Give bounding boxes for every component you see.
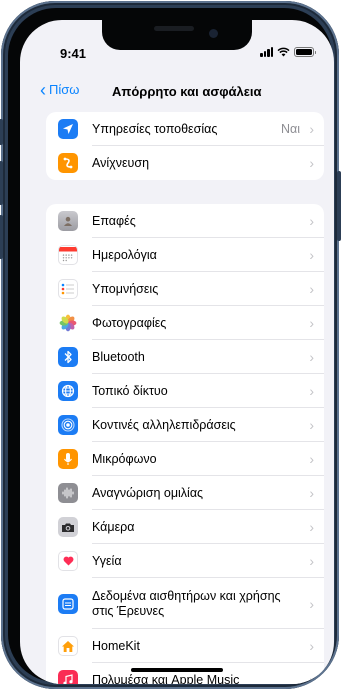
microphone-icon bbox=[58, 449, 78, 469]
heart-icon bbox=[58, 551, 78, 571]
row-nearby-interactions[interactable]: Κοντινές αλληλεπιδράσεις › bbox=[46, 408, 324, 442]
home-indicator[interactable] bbox=[131, 668, 223, 672]
front-camera bbox=[209, 29, 218, 38]
chevron-right-icon: › bbox=[309, 485, 314, 501]
chevron-right-icon: › bbox=[309, 519, 314, 535]
camera-icon bbox=[58, 517, 78, 537]
chevron-right-icon: › bbox=[309, 595, 314, 612]
row-label: Φωτογραφίες bbox=[92, 315, 167, 330]
settings-group-location: Υπηρεσίες τοποθεσίας Ναι › Ανίχνευση › bbox=[46, 112, 324, 180]
speaker bbox=[154, 26, 194, 31]
chevron-right-icon: › bbox=[309, 638, 314, 654]
row-speech-recognition[interactable]: Αναγνώριση ομιλίας › bbox=[46, 476, 324, 510]
calendar-icon bbox=[58, 245, 78, 265]
row-contacts[interactable]: Επαφές › bbox=[46, 204, 324, 238]
chevron-right-icon: › bbox=[309, 672, 314, 684]
chevron-left-icon: ‹ bbox=[40, 79, 46, 100]
row-camera[interactable]: Κάμερα › bbox=[46, 510, 324, 544]
row-bluetooth[interactable]: Bluetooth › bbox=[46, 340, 324, 374]
iphone-frame: 9:41 ‹ Πίσω Απόρρητο και ασφάλεια Υπηρεσ… bbox=[0, 1, 341, 689]
notch bbox=[102, 20, 252, 50]
home-icon bbox=[58, 636, 78, 656]
research-icon bbox=[58, 593, 78, 614]
photos-icon bbox=[58, 313, 78, 333]
chevron-right-icon: › bbox=[309, 417, 314, 433]
chevron-right-icon: › bbox=[309, 451, 314, 467]
row-label: Υπομνήσεις bbox=[92, 281, 159, 296]
row-label: HomeKit bbox=[92, 638, 140, 653]
row-value: Ναι bbox=[280, 122, 300, 136]
row-label: Μικρόφωνο bbox=[92, 451, 157, 466]
row-health[interactable]: Υγεία › bbox=[46, 544, 324, 578]
chevron-right-icon: › bbox=[309, 121, 314, 137]
battery-icon bbox=[294, 47, 316, 57]
row-label: Κάμερα bbox=[92, 519, 135, 534]
row-label: Υγεία bbox=[92, 553, 122, 568]
cellular-signal-icon bbox=[260, 47, 273, 57]
reminders-icon bbox=[58, 279, 78, 299]
chevron-right-icon: › bbox=[309, 213, 314, 229]
tracking-icon bbox=[58, 153, 78, 173]
row-label: Τοπικό δίκτυο bbox=[92, 383, 168, 398]
row-label: Ανίχνευση bbox=[92, 155, 150, 170]
contacts-icon bbox=[58, 211, 78, 231]
row-research-sensor-data[interactable]: Δεδομένα αισθητήρων και χρήσης στις Έρευ… bbox=[46, 578, 324, 629]
settings-group-permissions: Επαφές › Ημερολόγια › Υπομνήσεις › Φωτογ… bbox=[46, 204, 324, 684]
status-icons bbox=[260, 47, 316, 57]
chevron-right-icon: › bbox=[309, 247, 314, 263]
chevron-right-icon: › bbox=[309, 553, 314, 569]
row-label: Κοντινές αλληλεπιδράσεις bbox=[92, 417, 236, 432]
chevron-right-icon: › bbox=[309, 281, 314, 297]
row-location-services[interactable]: Υπηρεσίες τοποθεσίας Ναι › bbox=[46, 112, 324, 146]
wifi-icon bbox=[277, 47, 290, 57]
row-photos[interactable]: Φωτογραφίες › bbox=[46, 306, 324, 340]
row-reminders[interactable]: Υπομνήσεις › bbox=[46, 272, 324, 306]
screen: 9:41 ‹ Πίσω Απόρρητο και ασφάλεια Υπηρεσ… bbox=[20, 20, 334, 684]
row-label: Δεδομένα αισθητήρων και χρήσης στις Έρευ… bbox=[92, 588, 281, 618]
chevron-right-icon: › bbox=[309, 383, 314, 399]
row-label: Επαφές bbox=[92, 213, 136, 228]
back-label: Πίσω bbox=[49, 82, 80, 97]
row-calendars[interactable]: Ημερολόγια › bbox=[46, 238, 324, 272]
row-label: Bluetooth bbox=[92, 349, 145, 364]
chevron-right-icon: › bbox=[309, 315, 314, 331]
row-tracking[interactable]: Ανίχνευση › bbox=[46, 146, 324, 180]
side-button bbox=[337, 171, 341, 241]
chevron-right-icon: › bbox=[309, 155, 314, 171]
volume-up-button bbox=[0, 161, 3, 205]
nearby-icon bbox=[58, 415, 78, 435]
waveform-icon bbox=[58, 483, 78, 503]
row-local-network[interactable]: Τοπικό δίκτυο › bbox=[46, 374, 324, 408]
globe-icon bbox=[58, 381, 78, 401]
screen-bezel: 9:41 ‹ Πίσω Απόρρητο και ασφάλεια Υπηρεσ… bbox=[8, 8, 334, 684]
row-label: Αναγνώριση ομιλίας bbox=[92, 485, 204, 500]
row-media-apple-music[interactable]: Πολυμέσα και Apple Music › bbox=[46, 663, 324, 684]
row-label: Πολυμέσα και Apple Music bbox=[92, 672, 240, 685]
row-label: Υπηρεσίες τοποθεσίας bbox=[92, 121, 218, 136]
chevron-right-icon: › bbox=[309, 349, 314, 365]
row-label: Ημερολόγια bbox=[92, 247, 157, 262]
row-homekit[interactable]: HomeKit › bbox=[46, 629, 324, 663]
row-microphone[interactable]: Μικρόφωνο › bbox=[46, 442, 324, 476]
mute-switch bbox=[0, 119, 3, 145]
location-arrow-icon bbox=[58, 119, 78, 139]
music-icon bbox=[58, 670, 78, 684]
back-button[interactable]: ‹ Πίσω bbox=[40, 79, 80, 100]
page-title: Απόρρητο και ασφάλεια bbox=[112, 84, 262, 99]
bluetooth-icon bbox=[58, 347, 78, 367]
volume-down-button bbox=[0, 215, 3, 259]
navigation-bar: ‹ Πίσω Απόρρητο και ασφάλεια bbox=[20, 78, 334, 108]
status-time: 9:41 bbox=[60, 46, 87, 61]
